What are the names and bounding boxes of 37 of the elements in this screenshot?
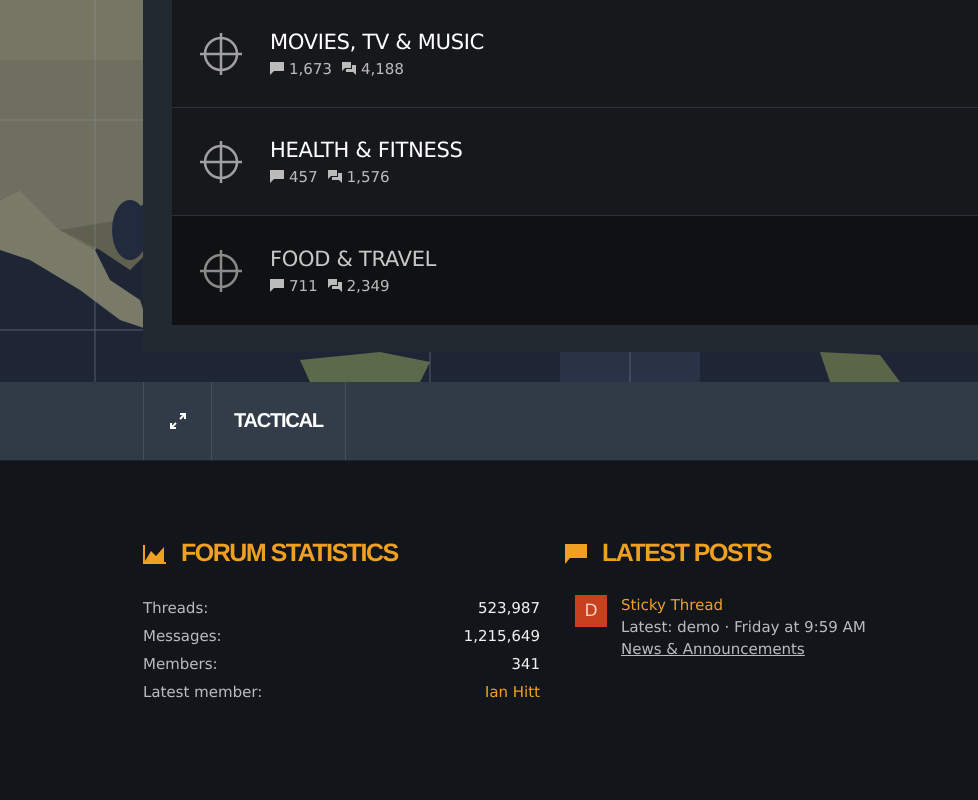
stat-label: Threads: <box>143 598 208 619</box>
forum-link[interactable]: News & Announcements <box>621 638 866 660</box>
member-link[interactable]: Ian Hitt <box>484 678 540 706</box>
section-title: LATEST POSTS <box>602 539 772 568</box>
forum-title[interactable]: MOVIES, TV & MUSIC <box>270 30 484 54</box>
crosshair-icon <box>198 30 244 76</box>
stat-value: 523,987 <box>478 598 540 619</box>
stat-label: Latest member: <box>143 682 262 703</box>
speech-bubble-icon <box>270 279 284 292</box>
stat-label: Members: <box>143 654 218 675</box>
crosshair-icon <box>198 248 244 294</box>
crosshair-icon <box>198 138 244 184</box>
expand-icon <box>168 412 186 430</box>
section-title: FORUM STATISTICS <box>181 539 398 568</box>
speech-bubble-icon <box>270 170 284 183</box>
post-meta: Latest: demo <box>621 618 720 636</box>
separator: · <box>724 618 730 636</box>
stat-label: Messages: <box>143 626 222 647</box>
stat-value: 341 <box>511 654 540 675</box>
speech-bubble-icon <box>270 62 284 75</box>
stat-value: 1,215,649 <box>464 626 540 647</box>
forum-title[interactable]: HEALTH & FITNESS <box>270 138 463 162</box>
forum-row[interactable]: FOOD & TRAVEL 711 2,349 <box>172 216 978 325</box>
message-count: 2,349 <box>346 276 390 294</box>
thread-link[interactable]: Sticky Thread <box>621 594 866 616</box>
thread-count: 711 <box>289 276 318 294</box>
thread-count: 1,673 <box>289 60 332 78</box>
chart-icon <box>143 544 167 564</box>
speech-bubbles-icon <box>328 279 342 292</box>
thread-count: 457 <box>289 168 318 186</box>
message-count: 4,188 <box>360 60 404 78</box>
speech-bubbles-icon <box>342 62 356 75</box>
forum-title[interactable]: FOOD & TRAVEL <box>270 246 436 270</box>
post-time: Friday at 9:59 AM <box>734 618 866 636</box>
message-count: 1,576 <box>346 168 390 186</box>
speech-bubble-icon <box>564 542 588 564</box>
speech-bubbles-icon <box>328 170 342 183</box>
